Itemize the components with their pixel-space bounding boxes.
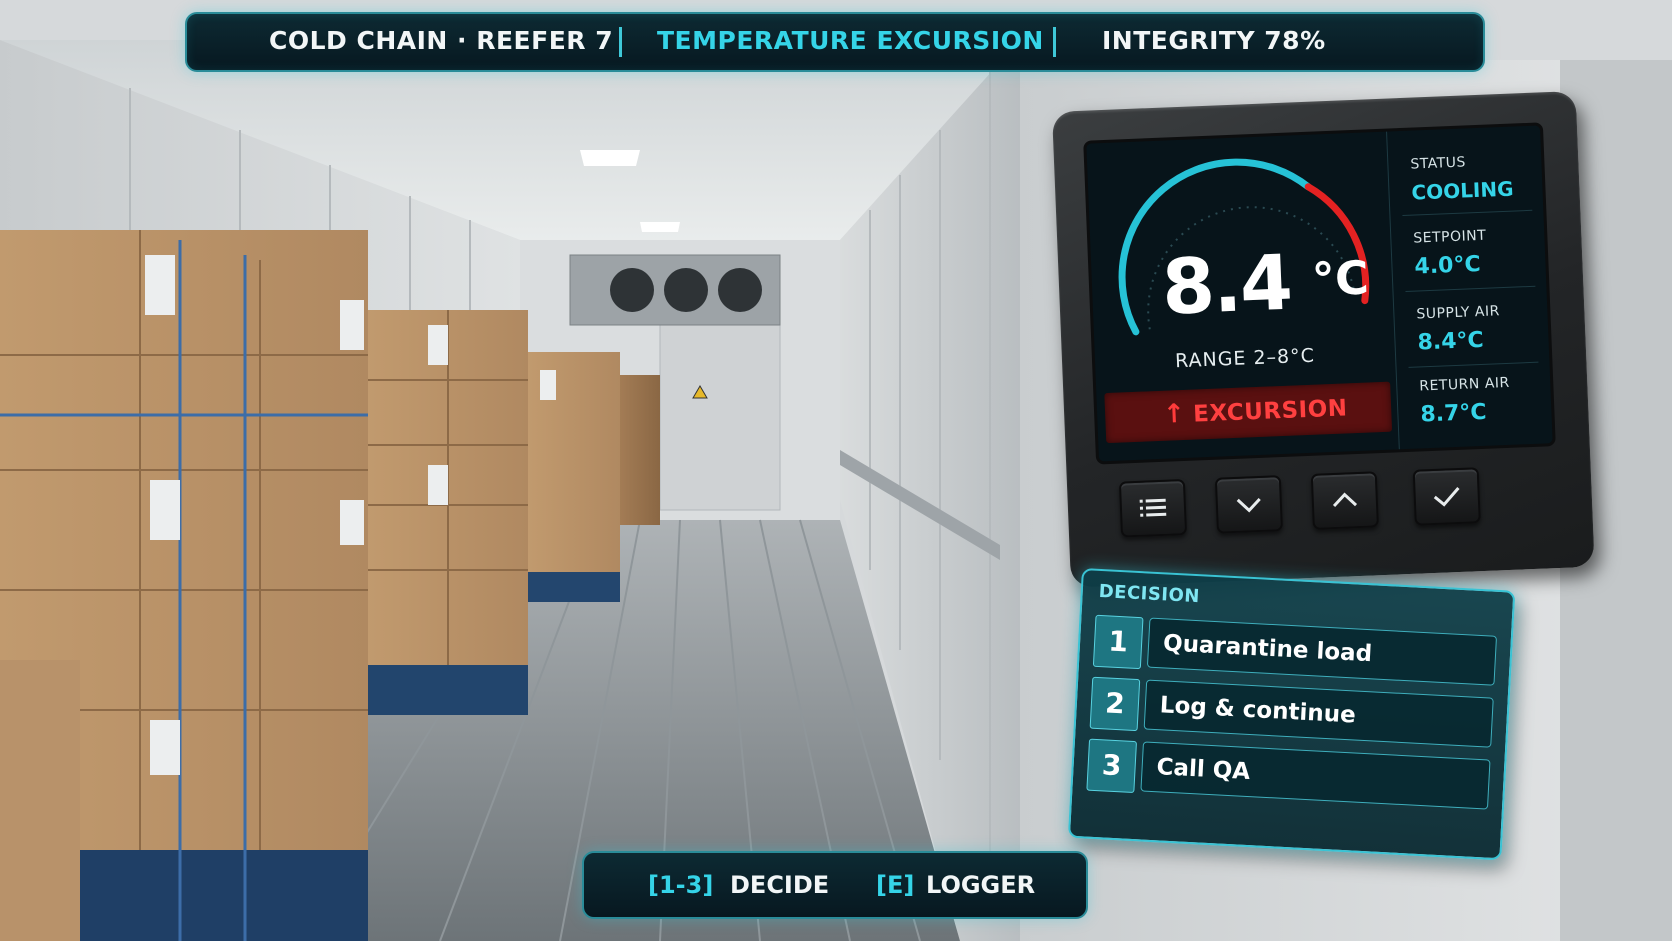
game-viewport: COLD CHAIN · REEFER 7 TEMPERATURE EXCURS… xyxy=(0,0,1672,941)
option-label: Call QA xyxy=(1155,754,1251,786)
decision-panel: DECISION 1 Quarantine load 2 Log & conti… xyxy=(1067,568,1516,861)
setpoint-label: SETPOINT xyxy=(1413,227,1487,247)
decision-title: DECISION xyxy=(1098,580,1201,608)
supply-air-label: SUPPLY AIR xyxy=(1416,303,1501,323)
up-button[interactable] xyxy=(1310,471,1379,530)
supply-air-value: 8.4°C xyxy=(1417,327,1485,356)
arrow-up-icon: ↑ xyxy=(1162,398,1186,430)
divider xyxy=(1405,285,1536,292)
chevron-up-icon xyxy=(1332,492,1358,508)
divider xyxy=(1408,361,1539,368)
option-label: Log & continue xyxy=(1159,692,1357,729)
option-log-and-continue[interactable]: Log & continue xyxy=(1143,679,1494,748)
chevron-down-icon xyxy=(1236,497,1261,513)
top-hud: COLD CHAIN · REEFER 7 TEMPERATURE EXCURS… xyxy=(185,12,1485,72)
excursion-warning: ↑ EXCURSION xyxy=(1104,381,1393,444)
controller-screen: 8.4 °C RANGE 2–8°C ↑ EXCURSION STATUS CO… xyxy=(1083,122,1556,465)
alert-label: TEMPERATURE EXCURSION xyxy=(657,26,1044,55)
option-quarantine-load[interactable]: Quarantine load xyxy=(1146,617,1498,686)
temperature-unit: °C xyxy=(1310,250,1370,307)
return-air-label: RETURN AIR xyxy=(1418,374,1511,395)
readings-panel: STATUS COOLING SETPOINT 4.0°C SUPPLY AIR… xyxy=(1386,125,1554,450)
confirm-button[interactable] xyxy=(1412,467,1481,526)
menu-button[interactable] xyxy=(1118,478,1188,538)
decide-label: DECIDE xyxy=(730,871,830,899)
down-button[interactable] xyxy=(1214,475,1284,534)
status-value: COOLING xyxy=(1411,176,1514,205)
logger-label: LOGGER xyxy=(926,871,1036,899)
reefer-context-label: COLD CHAIN · REEFER 7 xyxy=(269,26,614,55)
divider xyxy=(1402,209,1533,217)
return-air-value: 8.7°C xyxy=(1419,399,1488,428)
status-label: STATUS xyxy=(1410,154,1467,173)
option-3-key[interactable]: 3 xyxy=(1086,738,1138,794)
option-label: Quarantine load xyxy=(1162,630,1373,668)
check-icon xyxy=(1433,487,1460,507)
decide-key: [1-3] xyxy=(648,871,714,899)
hud-divider xyxy=(619,27,622,57)
excursion-label: EXCURSION xyxy=(1192,395,1348,428)
current-temperature: 8.4 xyxy=(1160,237,1293,332)
hud-divider xyxy=(1053,27,1056,57)
integrity-label: INTEGRITY 78% xyxy=(1102,26,1326,55)
option-1-key[interactable]: 1 xyxy=(1092,614,1144,670)
controls-hint: [1-3] DECIDE [E] LOGGER xyxy=(582,851,1088,919)
option-2-key[interactable]: 2 xyxy=(1089,676,1141,732)
temperature-controller: 8.4 °C RANGE 2–8°C ↑ EXCURSION STATUS CO… xyxy=(1052,90,1595,588)
option-call-qa[interactable]: Call QA xyxy=(1140,741,1491,810)
menu-icon xyxy=(1139,498,1167,517)
setpoint-value: 4.0°C xyxy=(1414,251,1482,280)
logger-key: [E] xyxy=(876,871,915,899)
